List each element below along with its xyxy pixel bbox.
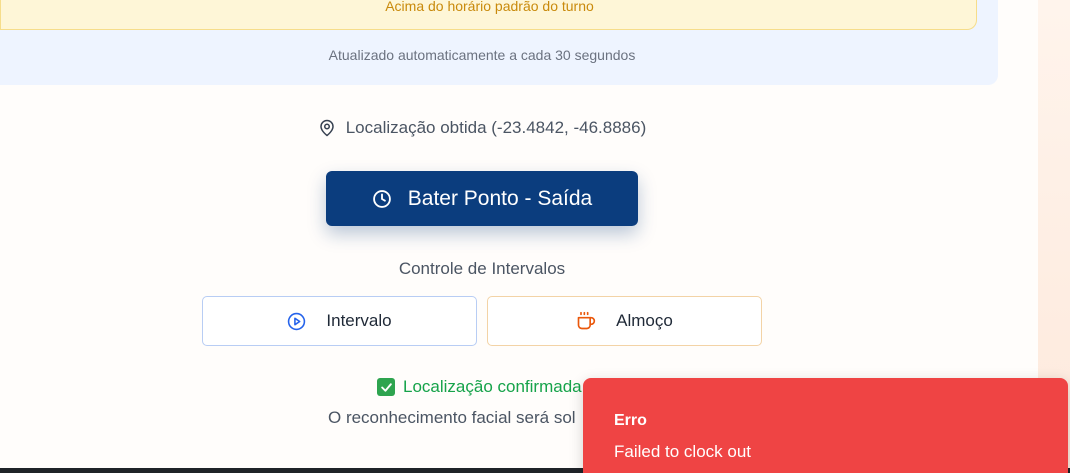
map-pin-icon	[318, 118, 336, 138]
clock-icon	[372, 189, 392, 209]
intervals-heading: Controle de Intervalos	[398, 259, 566, 278]
coffee-cup-icon	[576, 311, 596, 331]
location-confirmed: Localização confirmada	[377, 377, 582, 397]
location-status: Localização obtida (-23.4842, -46.8886)	[0, 118, 964, 138]
interval-button-label: Intervalo	[326, 311, 392, 330]
clock-out-label: Bater Ponto - Saída	[407, 186, 593, 210]
interval-button[interactable]: Intervalo	[202, 296, 477, 346]
clock-out-button[interactable]: Bater Ponto - Saída	[326, 171, 638, 226]
error-toast-title: Erro	[614, 412, 647, 429]
error-toast[interactable]: Erro Failed to clock out	[583, 378, 1068, 473]
play-circle-icon	[287, 312, 306, 331]
overtime-warning: Acima do horário padrão do turno	[0, 0, 977, 30]
error-toast-message: Failed to clock out	[614, 442, 752, 461]
facial-recognition-note: O reconhecimento facial será sol	[328, 408, 576, 427]
status-panel: Acima do horário padrão do turno Atualiz…	[0, 0, 998, 85]
lunch-button[interactable]: Almoço	[487, 296, 762, 346]
auto-update-note: Atualizado automaticamente a cada 30 seg…	[328, 47, 636, 63]
lunch-button-label: Almoço	[616, 311, 673, 330]
location-confirmed-text: Localização confirmada	[403, 377, 582, 396]
overtime-warning-text: Acima do horário padrão do turno	[385, 0, 594, 14]
check-box-icon	[377, 378, 395, 396]
location-text: Localização obtida (-23.4842, -46.8886)	[345, 118, 647, 137]
